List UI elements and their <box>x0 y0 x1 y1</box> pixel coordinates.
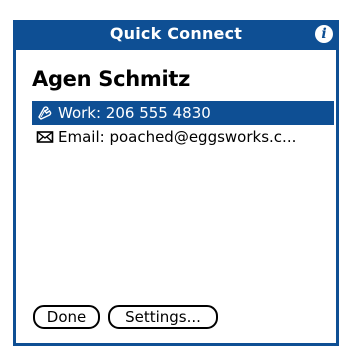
contact-method-work-phone[interactable]: Work: 206 555 4830 <box>32 101 334 125</box>
dialog-title: Quick Connect <box>109 24 243 43</box>
contact-method-label: Work: 206 555 4830 <box>58 104 211 122</box>
contact-name: Agen Schmitz <box>32 67 191 91</box>
done-button[interactable]: Done <box>33 305 100 329</box>
settings-button[interactable]: Settings... <box>108 305 218 329</box>
quick-connect-dialog: Quick Connect i Agen Schmitz Work: 206 5… <box>13 20 339 346</box>
info-icon[interactable]: i <box>315 25 333 43</box>
title-bar: Quick Connect i <box>13 20 339 50</box>
contact-method-email[interactable]: Email: poached@eggsworks.c... <box>32 125 334 149</box>
mail-icon <box>36 131 54 143</box>
phone-icon <box>38 106 52 120</box>
contact-method-label: Email: poached@eggsworks.c... <box>58 128 297 146</box>
